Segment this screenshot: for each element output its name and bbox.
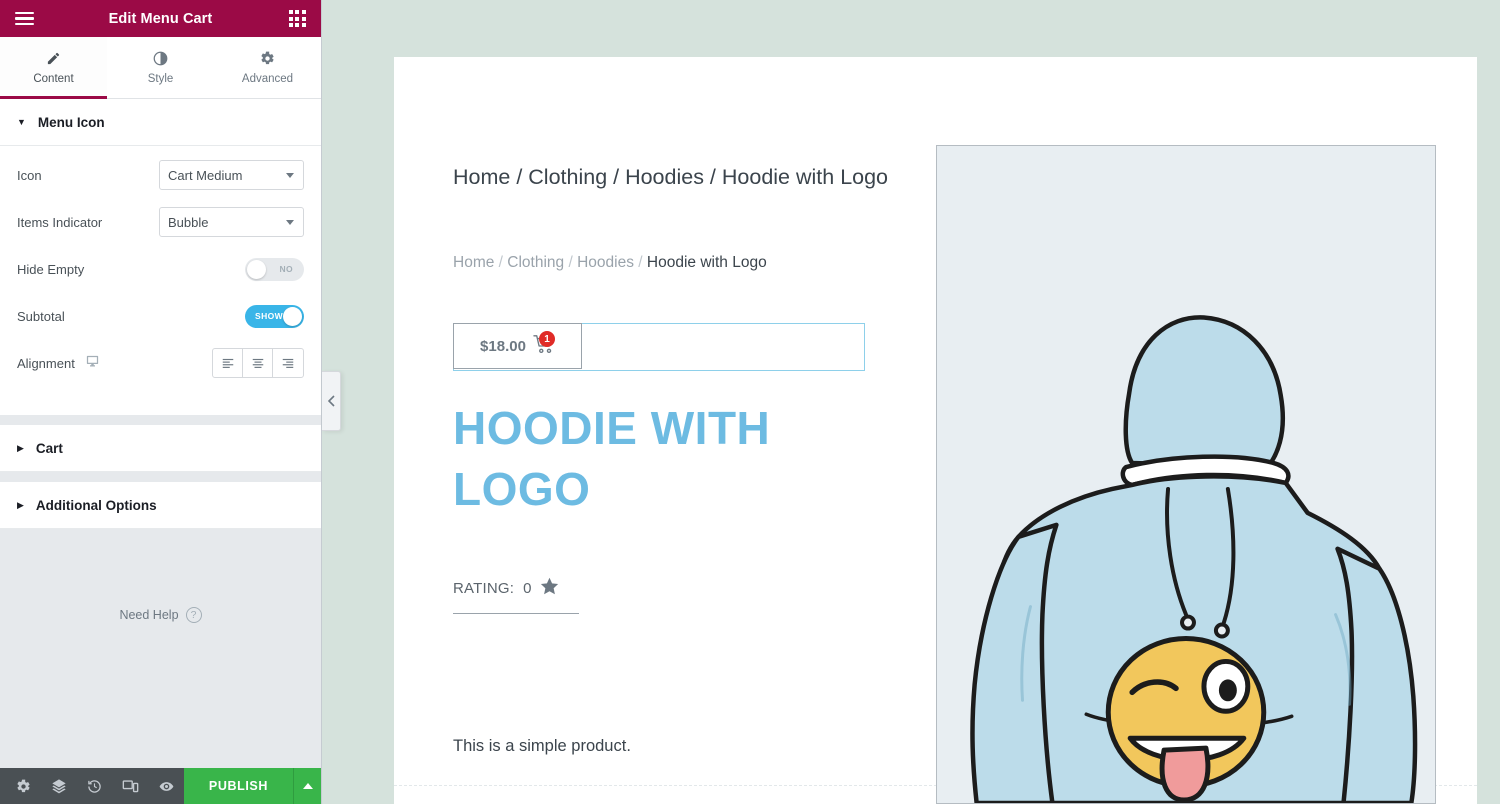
need-help-link[interactable]: Need Help ? [0, 607, 321, 623]
hide-empty-toggle[interactable]: NO [245, 257, 304, 281]
desktop-icon[interactable] [85, 354, 100, 372]
product-image[interactable] [936, 145, 1436, 804]
breadcrumb-item-clothing[interactable]: Clothing [507, 254, 564, 271]
control-row-items-indicator: Items Indicator Bubble [17, 205, 304, 239]
panel-body: ▼ Menu Icon Icon Cart Medium Items Indic… [0, 99, 321, 768]
breadcrumb-current: Hoodie with Logo [646, 254, 767, 271]
chevron-right-icon: ▶ [17, 499, 24, 510]
control-row-subtotal: Subtotal SHOW [17, 299, 304, 333]
items-indicator-select[interactable]: Bubble [159, 207, 304, 237]
control-label-hide-empty: Hide Empty [17, 261, 85, 277]
control-row-hide-empty: Hide Empty NO [17, 252, 304, 286]
hide-empty-toggle-state: NO [279, 264, 293, 274]
preview-page: Home / Clothing / Hoodies / Hoodie with … [394, 57, 1477, 804]
toggle-knob [283, 306, 302, 326]
need-help-label: Need Help [119, 608, 179, 622]
breadcrumb-separator: / [638, 254, 643, 271]
publish-button[interactable]: PUBLISH [183, 768, 293, 804]
grid-icon[interactable] [273, 0, 321, 37]
breadcrumb-item-hoodies[interactable]: Hoodies [577, 254, 634, 271]
publish-group: PUBLISH [183, 768, 321, 804]
menu-cart-widget[interactable]: $18.00 1 [453, 323, 865, 371]
tab-style[interactable]: Style [107, 37, 214, 98]
breadcrumb-large: Home / Clothing / Hoodies / Hoodie with … [453, 165, 889, 189]
panel-title: Edit Menu Cart [108, 10, 213, 27]
section-header-menu-icon[interactable]: ▼ Menu Icon [0, 99, 321, 146]
panel-collapse-handle[interactable] [322, 371, 341, 431]
toggle-knob [247, 259, 266, 279]
subtotal-toggle-state: SHOW [255, 311, 284, 321]
cart-subtotal: $18.00 [480, 337, 526, 355]
tab-style-label: Style [147, 73, 174, 85]
section-body-menu-icon: Icon Cart Medium Items Indicator Bubble … [0, 146, 321, 415]
section-title-additional-options: Additional Options [35, 497, 157, 513]
contrast-icon [153, 50, 168, 67]
tab-content[interactable]: Content [0, 37, 107, 99]
hoodie-illustration [937, 146, 1435, 803]
question-circle-icon: ? [185, 607, 202, 623]
breadcrumb-item-home[interactable]: Home [453, 254, 494, 271]
alignment-label-text: Alignment [17, 355, 75, 371]
pencil-icon [46, 50, 61, 67]
rating-value: 0 [523, 580, 532, 597]
control-label-items-indicator: Items Indicator [17, 214, 103, 230]
editor-canvas: Home / Clothing / Hoodies / Hoodie with … [322, 0, 1500, 804]
settings-gear-icon[interactable] [6, 768, 42, 804]
control-label-subtotal: Subtotal [17, 308, 65, 324]
tab-advanced-label: Advanced [241, 73, 294, 85]
panel-header: Edit Menu Cart [0, 0, 321, 37]
alignment-button-group [212, 348, 304, 378]
align-center-icon[interactable] [243, 349, 273, 377]
subtotal-toggle[interactable]: SHOW [245, 304, 304, 328]
control-row-alignment: Alignment [17, 346, 304, 380]
breadcrumb-separator: / [568, 254, 573, 271]
section-divider [0, 415, 321, 425]
tab-advanced[interactable]: Advanced [214, 37, 321, 98]
product-title: HOODIE WITH LOGO [453, 402, 771, 515]
control-label-alignment: Alignment [17, 354, 159, 372]
preview-eye-icon[interactable] [148, 768, 184, 804]
breadcrumb: Home / Clothing / Hoodies / Hoodie with … [453, 254, 767, 272]
navigator-layers-icon[interactable] [42, 768, 78, 804]
control-label-icon: Icon [17, 167, 42, 183]
chevron-down-icon: Cart Medium [159, 160, 304, 190]
section-header-additional-options[interactable]: ▶ Additional Options [0, 482, 321, 529]
align-right-icon[interactable] [273, 349, 303, 377]
chevron-down-icon: ▼ [17, 116, 26, 127]
breadcrumb-separator: / [498, 254, 503, 271]
section-divider [0, 472, 321, 482]
cart-items-badge: 1 [539, 331, 555, 347]
responsive-mode-icon[interactable] [113, 768, 149, 804]
align-left-icon[interactable] [213, 349, 243, 377]
panel-footer: PUBLISH [0, 768, 321, 804]
control-row-icon: Icon Cart Medium [17, 158, 304, 192]
rating-label: RATING: [453, 580, 515, 597]
product-rating: RATING: 0 [453, 577, 579, 614]
section-title-cart: Cart [35, 440, 63, 456]
elementor-editor-panel: Edit Menu Cart Content Style Advanced ▼ … [0, 0, 322, 804]
hamburger-icon[interactable] [0, 0, 48, 37]
caret-up-icon[interactable] [293, 768, 321, 804]
section-title-menu-icon: Menu Icon [37, 114, 105, 130]
panel-tabs: Content Style Advanced [0, 37, 321, 99]
history-revisions-icon[interactable] [77, 768, 113, 804]
chevron-down-icon: Bubble [159, 207, 304, 237]
product-description: This is a simple product. [453, 737, 631, 755]
cart-toggle-button[interactable]: $18.00 1 [453, 323, 582, 369]
star-icon [540, 577, 559, 600]
gear-icon [260, 50, 275, 67]
icon-select[interactable]: Cart Medium [159, 160, 304, 190]
tab-content-label: Content [33, 73, 74, 85]
section-header-cart[interactable]: ▶ Cart [0, 425, 321, 472]
chevron-right-icon: ▶ [17, 442, 24, 453]
